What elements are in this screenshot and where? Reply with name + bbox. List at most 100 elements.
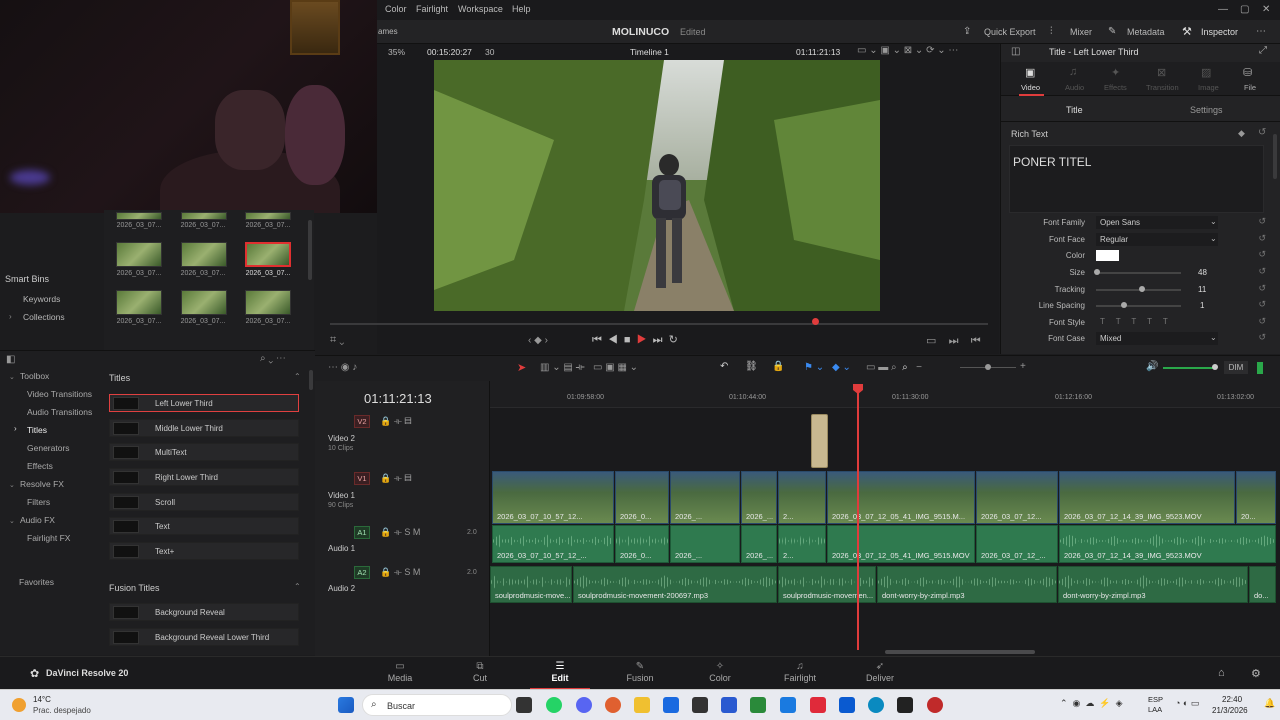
music-clip[interactable]: dont-worry-by-zimpl.mp3 bbox=[1058, 566, 1248, 603]
timeline-view-icons[interactable]: ⋯ ◉ ♪ bbox=[328, 362, 357, 373]
titles-section-header[interactable]: Titles bbox=[109, 373, 130, 383]
reset-icon[interactable]: ↺ bbox=[1258, 249, 1266, 260]
fx-category-generators[interactable]: Generators bbox=[27, 443, 70, 453]
video-tab-icon[interactable]: ▣ bbox=[1025, 66, 1035, 79]
clock-date[interactable]: 21/3/2026 bbox=[1212, 706, 1248, 715]
chevron-down-icon[interactable]: ⌄ bbox=[9, 373, 15, 381]
keyframe-icon[interactable]: ◆ bbox=[1238, 128, 1245, 139]
panel-icon[interactable]: ◫ bbox=[1011, 46, 1020, 57]
audio-clip[interactable]: 2026_0... bbox=[615, 525, 669, 563]
clip-thumbnail[interactable] bbox=[181, 212, 227, 220]
line-spacing-slider[interactable] bbox=[1096, 305, 1181, 307]
page-tab-deliver[interactable]: ➶ Deliver bbox=[850, 657, 910, 690]
clip-thumbnail[interactable] bbox=[181, 290, 227, 315]
size-value[interactable]: 48 bbox=[1198, 268, 1207, 277]
title-item-multitext[interactable]: MultiText bbox=[109, 443, 299, 461]
media-scrollbar[interactable] bbox=[308, 220, 312, 280]
clip-thumbnail-selected[interactable] bbox=[245, 242, 291, 267]
video-clip[interactable]: 2026_03_07_12_05_41_IMG_9515.M... bbox=[827, 471, 975, 524]
audio-clip[interactable]: 2026_03_07_12_14_39_IMG_9523.MOV bbox=[1059, 525, 1276, 563]
fx-category-toolbox[interactable]: Toolbox bbox=[20, 371, 49, 381]
home-icon[interactable]: ⌂ bbox=[1218, 667, 1225, 679]
keywords-bin[interactable]: Keywords bbox=[23, 294, 60, 304]
fx-category-audio-transitions[interactable]: Audio Transitions bbox=[27, 407, 92, 417]
fx-category-audio-fx[interactable]: Audio FX bbox=[20, 515, 55, 525]
clip-thumbnail[interactable] bbox=[181, 242, 227, 267]
video-clip[interactable]: 2026_... bbox=[670, 471, 740, 524]
fx-category-effects[interactable]: Effects bbox=[27, 461, 53, 471]
volume-slider-handle[interactable] bbox=[1212, 364, 1218, 370]
edit-tools-icons[interactable]: ▥ ⌄ ▤ ⟛ ▭ ▣ ▦ ⌄ bbox=[540, 362, 638, 373]
quick-export-button[interactable]: Quick Export bbox=[984, 27, 1036, 37]
page-tab-color[interactable]: ✧ Color bbox=[690, 657, 750, 690]
track-controls-v2[interactable]: 🔒 ⟛ ▤ bbox=[380, 416, 412, 427]
fx-category-resolve-fx[interactable]: Resolve FX bbox=[20, 479, 64, 489]
audio-clip[interactable]: 2... bbox=[778, 525, 826, 563]
fusion-titles-header[interactable]: Fusion Titles bbox=[109, 583, 160, 593]
taskview-icon[interactable] bbox=[516, 697, 532, 713]
reset-icon[interactable]: ↺ bbox=[1258, 266, 1266, 277]
video-clip[interactable]: 2... bbox=[778, 471, 826, 524]
music-clip[interactable]: soulprodmusic-movement-200697.mp3 bbox=[573, 566, 777, 603]
clip-thumbnail[interactable] bbox=[245, 290, 291, 315]
chevron-right-icon[interactable]: › bbox=[14, 424, 17, 433]
tracking-value[interactable]: 11 bbox=[1198, 285, 1206, 294]
tab-file[interactable]: File bbox=[1244, 83, 1256, 92]
collections-bin[interactable]: Collections bbox=[23, 312, 65, 322]
tracking-slider-handle[interactable] bbox=[1139, 286, 1145, 292]
word-icon[interactable] bbox=[721, 697, 737, 713]
clip-thumbnail[interactable] bbox=[116, 290, 162, 315]
menu-help[interactable]: Help bbox=[512, 4, 531, 14]
minimize-icon[interactable]: — bbox=[1218, 4, 1228, 15]
collapse-icon[interactable]: ⌃ bbox=[294, 582, 301, 591]
fx-category-titles[interactable]: Titles bbox=[27, 425, 47, 435]
metadata-button[interactable]: Metadata bbox=[1127, 27, 1165, 37]
video-clip[interactable]: 2026_0... bbox=[615, 471, 669, 524]
video-clip[interactable]: 2026_03_07_12... bbox=[976, 471, 1058, 524]
mixer-icon[interactable]: ⫶ bbox=[1050, 26, 1053, 37]
viewer-options-icon[interactable]: ▭ ⌄ ▣ ⌄ ⊠ ⌄ ⟳ ⌄ ⋯ bbox=[857, 45, 958, 56]
store-icon[interactable] bbox=[663, 697, 679, 713]
timeline-name[interactable]: Timeline 1 bbox=[630, 47, 669, 57]
options-icon[interactable]: ⋯ bbox=[1256, 26, 1266, 37]
reset-icon[interactable]: ↺ bbox=[1258, 332, 1266, 343]
video-clip[interactable]: 2026_... bbox=[741, 471, 777, 524]
lock-icon[interactable]: 🔒 bbox=[772, 361, 784, 372]
audio-clip[interactable]: 2026_03_07_12_... bbox=[976, 525, 1058, 563]
selection-tool-icon[interactable]: ➤ bbox=[517, 361, 526, 374]
track-controls-v1[interactable]: 🔒 ⟛ ▤ bbox=[380, 473, 412, 484]
line-spacing-value[interactable]: 1 bbox=[1200, 301, 1204, 310]
title-item-middle-lower-third[interactable]: Middle Lower Third bbox=[109, 419, 299, 437]
network-icons[interactable]: ◔ ◐ ▭ bbox=[1175, 698, 1199, 709]
video-clip[interactable]: 20... bbox=[1236, 471, 1276, 524]
pinterest-icon[interactable] bbox=[810, 697, 826, 713]
zoom-icons[interactable]: ▭ ▬ ⌕ ⌕ − bbox=[866, 362, 922, 373]
zoom-in-icon[interactable]: + bbox=[1020, 361, 1026, 372]
track-controls-a2[interactable]: 🔒 ⟛ S M bbox=[380, 567, 420, 578]
size-slider-handle[interactable] bbox=[1094, 269, 1100, 275]
font-style-buttons[interactable]: T T T T T bbox=[1100, 317, 1168, 326]
clip-thumbnail[interactable] bbox=[116, 242, 162, 267]
language-indicator-sub[interactable]: LAA bbox=[1148, 705, 1162, 714]
notification-icon[interactable]: 🔔 bbox=[1264, 698, 1275, 709]
viewer-right-controls[interactable]: ▭ ⏭ ⏮ bbox=[926, 334, 981, 348]
reset-icon[interactable]: ↺ bbox=[1258, 233, 1266, 244]
clip-thumbnail[interactable] bbox=[245, 212, 291, 220]
viewer-scrubber[interactable] bbox=[330, 323, 988, 325]
title-item-right-lower-third[interactable]: Right Lower Third bbox=[109, 468, 299, 486]
title-item-text[interactable]: Text bbox=[109, 517, 299, 535]
app-icon[interactable] bbox=[692, 697, 708, 713]
jog-icon[interactable]: ‹ ◆ › bbox=[528, 335, 548, 346]
xbox-icon[interactable] bbox=[750, 697, 766, 713]
zoom-slider-handle[interactable] bbox=[985, 364, 991, 370]
scrubber-playhead[interactable] bbox=[812, 318, 819, 325]
music-clip[interactable]: soulprodmusic-movemen... bbox=[778, 566, 876, 603]
timeline-scrollbar[interactable] bbox=[885, 650, 1035, 654]
fx-scrollbar[interactable] bbox=[309, 370, 313, 390]
rich-text-field[interactable]: PONER TITEL bbox=[1009, 145, 1264, 213]
chevron-right-icon[interactable]: › bbox=[9, 312, 12, 321]
menu-workspace[interactable]: Workspace bbox=[458, 4, 503, 14]
track-id-a1[interactable]: A1 bbox=[354, 526, 370, 539]
timeline-ruler[interactable] bbox=[490, 381, 1280, 408]
whatsapp-icon[interactable] bbox=[546, 697, 562, 713]
